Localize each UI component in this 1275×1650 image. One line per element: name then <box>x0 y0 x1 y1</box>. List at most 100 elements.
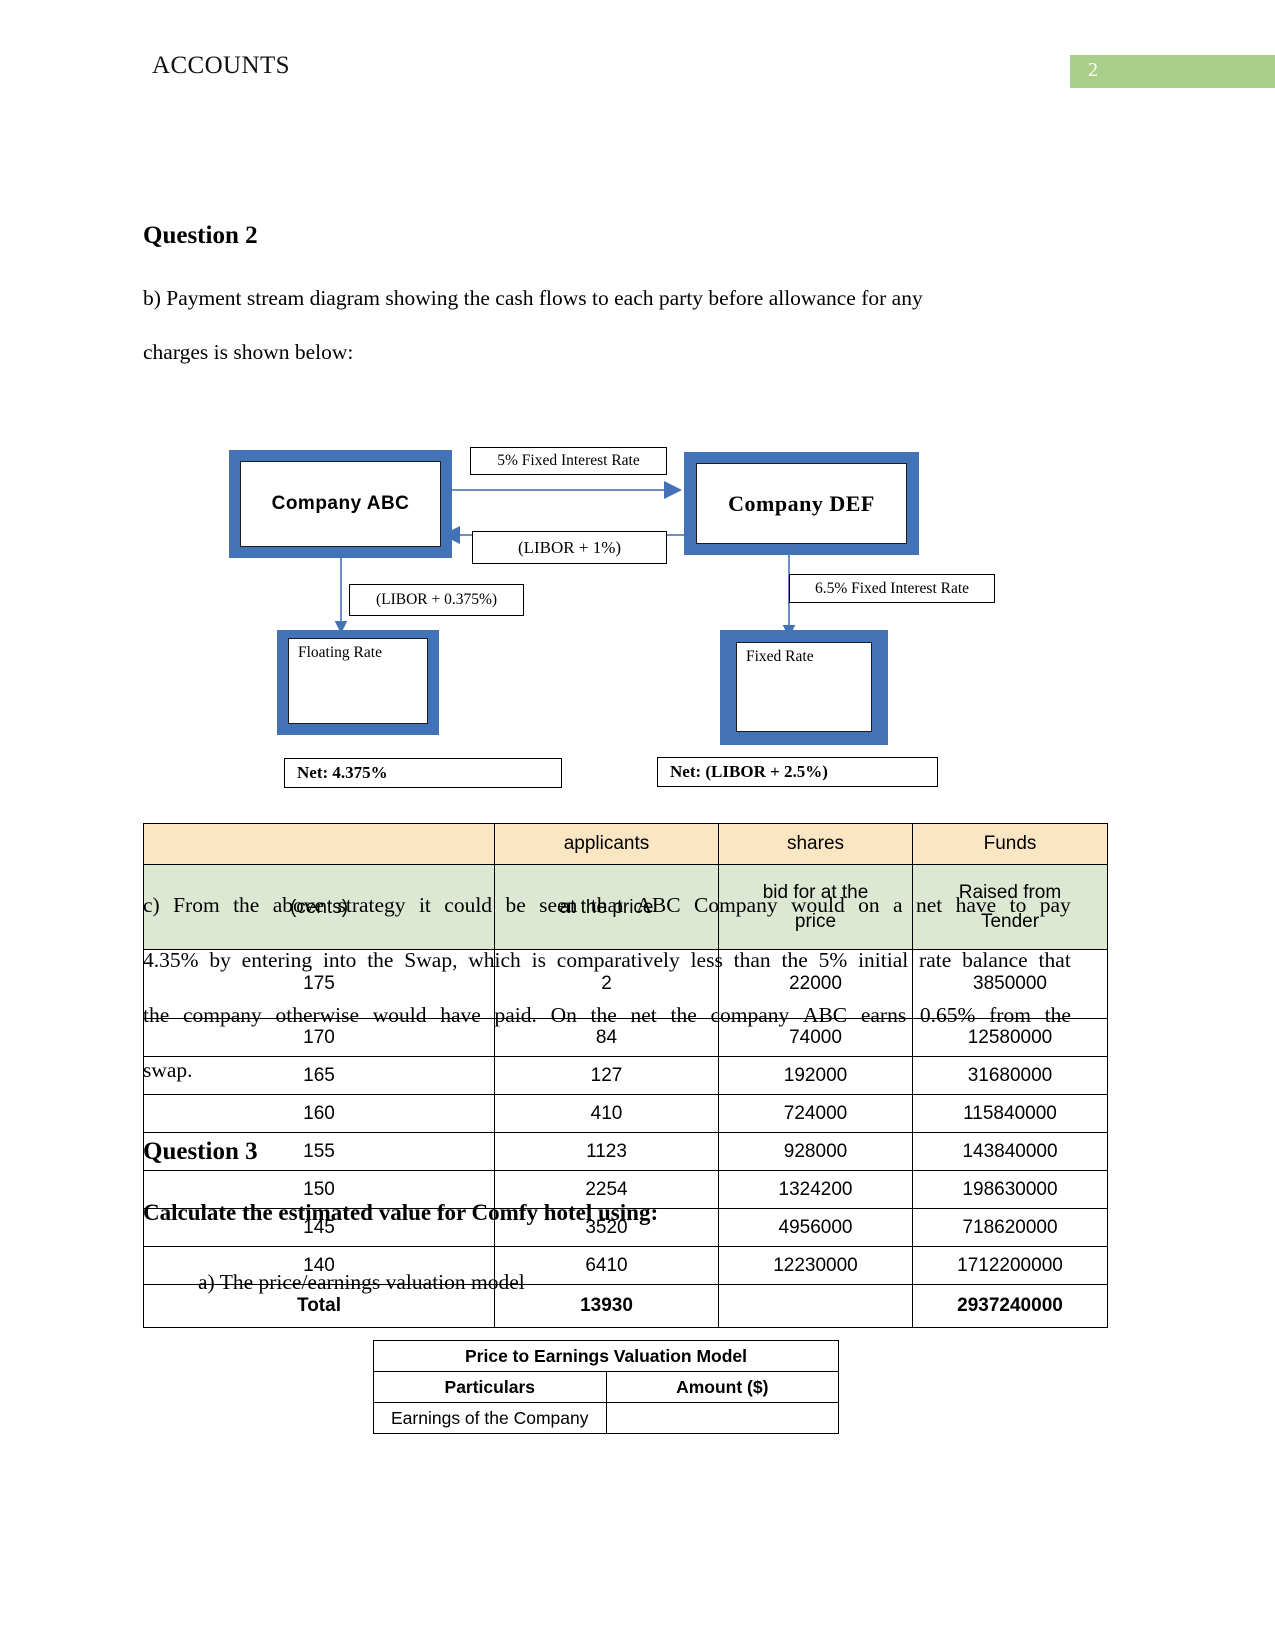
cell-funds: 31680000 <box>912 1056 1108 1095</box>
cell-shares: 12230000 <box>718 1246 913 1285</box>
paragraph-c-line-3: the company otherwise would have paid. O… <box>143 1003 1071 1028</box>
para-word: than <box>733 948 771 972</box>
para-word: by <box>209 948 231 972</box>
para-word: 4.35% <box>143 948 199 972</box>
paragraph-c-line-2: 4.35% by entering into the Swap, which i… <box>143 948 1071 973</box>
para-word: have <box>440 1003 481 1027</box>
company-def-label: Company DEF <box>728 490 875 516</box>
cell-total-funds: 2937240000 <box>912 1284 1108 1328</box>
table-row: 160 410 724000 115840000 <box>143 1094 1108 1133</box>
para-word: the <box>781 948 808 972</box>
cell-shares: 928000 <box>718 1132 913 1171</box>
para-word: have <box>955 893 997 917</box>
table-row: 165 127 192000 31680000 <box>143 1056 1108 1095</box>
question-3-instruction: Calculate the estimated value for Comfy … <box>143 1200 659 1225</box>
para-word: the <box>670 1003 697 1027</box>
para-word: paid. <box>494 1003 537 1027</box>
label-libor-plus-0375-text: (LIBOR + 0.375%) <box>375 591 498 608</box>
net-left-label: Net: 4.375% <box>284 758 562 788</box>
question-2-intro-line-1: b) Payment stream diagram showing the ca… <box>143 286 1070 311</box>
pe-row-earnings-value <box>605 1402 839 1434</box>
para-word: on <box>858 893 880 917</box>
cell-total-shares <box>718 1284 913 1328</box>
cell-price: 165 <box>143 1056 495 1095</box>
para-word: above <box>272 893 325 917</box>
cell-shares: 192000 <box>718 1056 913 1095</box>
label-libor-plus-1-text: (LIBOR + 1%) <box>517 537 622 557</box>
cell-applicants: 410 <box>494 1094 719 1133</box>
para-word: be <box>505 893 526 917</box>
para-word: 0.65% <box>919 1003 976 1027</box>
para-word: it <box>418 893 431 917</box>
label-libor-plus-1: (LIBOR + 1%) <box>472 531 667 564</box>
page-number-text: 2 <box>1088 59 1098 81</box>
para-word: pay <box>1039 893 1071 917</box>
floating-rate-box-inner: Floating Rate <box>288 638 428 724</box>
cell-funds: 718620000 <box>912 1208 1108 1247</box>
para-word: that <box>590 893 623 917</box>
cell-total-applicants: 13930 <box>494 1284 719 1328</box>
para-word: from <box>989 1003 1031 1027</box>
cell-funds: 1712200000 <box>912 1246 1108 1285</box>
para-word: the <box>143 1003 170 1027</box>
para-word: could <box>444 893 493 917</box>
pe-row-earnings-label: Earnings of the Company <box>373 1402 607 1434</box>
para-word: less <box>690 948 723 972</box>
para-word: is <box>531 948 546 972</box>
para-word: the <box>233 893 260 917</box>
para-word: seen <box>539 893 578 917</box>
label-65-percent-fixed-text: 6.5% Fixed Interest Rate <box>814 579 970 597</box>
label-libor-plus-0375: (LIBOR + 0.375%) <box>349 584 524 616</box>
table-row: 155 1123 928000 143840000 <box>143 1132 1108 1171</box>
para-word: Swap, <box>404 948 458 972</box>
para-word: comparatively <box>556 948 680 972</box>
question-2-heading: Question 2 <box>143 222 258 249</box>
label-65-percent-fixed: 6.5% Fixed Interest Rate <box>789 574 995 603</box>
question-3-heading: Question 3 <box>143 1138 258 1165</box>
company-abc-box: Company ABC <box>229 450 452 558</box>
header-cell-shares: shares <box>718 823 913 865</box>
question-2-intro-line-2: charges is shown below: <box>143 340 354 364</box>
label-5-percent-fixed: 5% Fixed Interest Rate <box>470 447 667 475</box>
pe-header-row: Particulars Amount ($) <box>373 1371 839 1403</box>
cell-funds: 198630000 <box>912 1170 1108 1209</box>
para-word: entering <box>241 948 313 972</box>
header-cell-funds: Funds <box>912 823 1108 865</box>
page-header: ACCOUNTS 2 <box>0 52 1275 92</box>
page-number-badge: 2 <box>1070 55 1275 88</box>
cell-applicants: 127 <box>494 1056 719 1095</box>
cell-shares: 4956000 <box>718 1208 913 1247</box>
fixed-rate-label: Fixed Rate <box>746 648 814 665</box>
para-word: initial <box>858 948 909 972</box>
list-item-a-pe-model: a) The price/earnings valuation model <box>198 1270 525 1294</box>
net-right-text: Net: (LIBOR + 2.5%) <box>670 762 828 781</box>
company-abc-label: Company ABC <box>271 493 410 514</box>
cell-shares: 724000 <box>718 1094 913 1133</box>
para-word: the <box>590 1003 617 1027</box>
paragraph-c-line-1: c) From the above strategy it could be s… <box>143 893 1071 918</box>
para-word: to <box>1009 893 1027 917</box>
company-abc-box-inner: Company ABC <box>240 461 441 547</box>
para-word: strategy <box>337 893 406 917</box>
company-def-box-inner: Company DEF <box>696 463 907 544</box>
net-right-label: Net: (LIBOR + 2.5%) <box>657 757 938 787</box>
net-left-text: Net: 4.375% <box>297 763 388 782</box>
company-def-box: Company DEF <box>684 452 919 555</box>
para-word: that <box>1038 948 1071 972</box>
para-word: the <box>1044 1003 1071 1027</box>
fixed-rate-box: Fixed Rate <box>720 630 888 745</box>
para-word: 5% <box>818 948 848 972</box>
paragraph-c-line-4: swap. <box>143 1058 193 1082</box>
para-word: otherwise <box>275 1003 360 1027</box>
header-cell-applicants: applicants <box>494 823 719 865</box>
para-word: the <box>367 948 394 972</box>
cell-funds: 115840000 <box>912 1094 1108 1133</box>
pe-title-row: Price to Earnings Valuation Model <box>373 1340 839 1372</box>
para-word: From <box>173 893 220 917</box>
para-word: net <box>630 1003 657 1027</box>
para-word: Company <box>693 893 778 917</box>
cell-applicants: 6410 <box>494 1246 719 1285</box>
floating-rate-box: Floating Rate <box>277 630 439 735</box>
document-header-title: ACCOUNTS <box>152 52 290 79</box>
pe-data-row: Earnings of the Company <box>373 1402 839 1434</box>
